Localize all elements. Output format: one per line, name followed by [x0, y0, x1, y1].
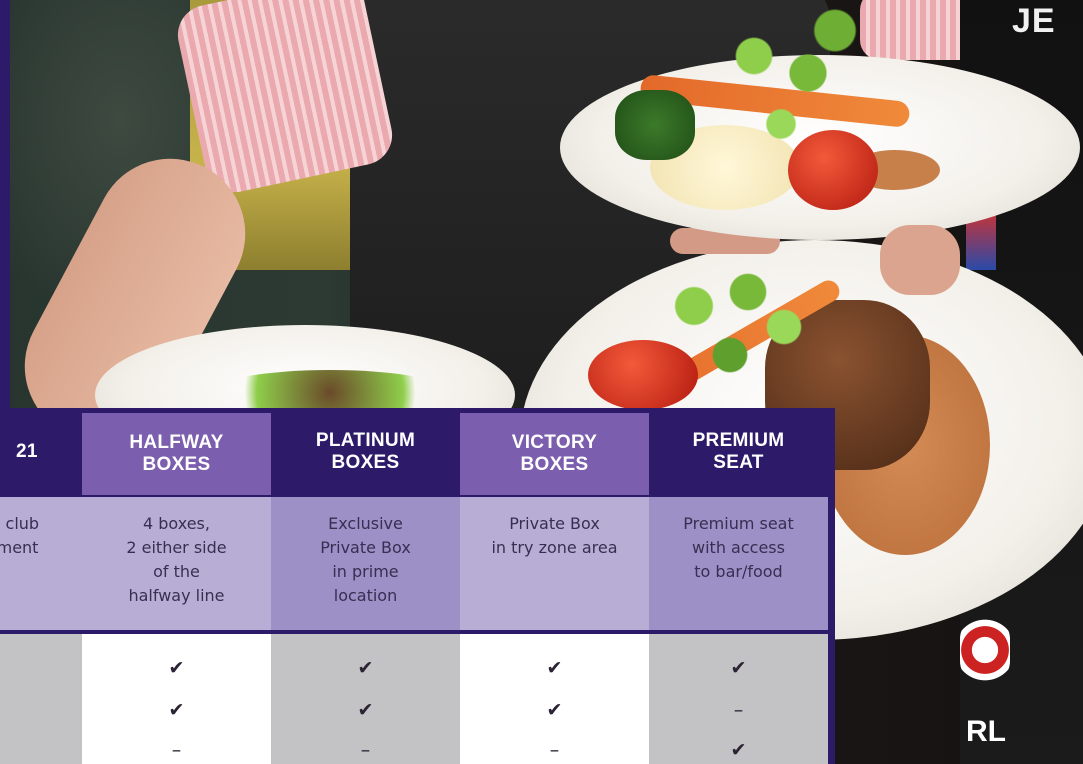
table-border — [828, 408, 835, 764]
column-description: Private Box in try zone area — [460, 497, 649, 630]
table-column-halfway-boxes: HALFWAY BOXES 4 boxes, 2 either side of … — [82, 408, 271, 764]
signage-text: JE — [1012, 2, 1056, 40]
column-features: ✔ ✔ – — [460, 634, 649, 764]
column-description: Exclusive Private Box in prime location — [271, 497, 460, 630]
waiter-hand — [880, 225, 960, 295]
feature-check-icon: ✔ — [357, 699, 374, 721]
logo-text: RL — [966, 715, 1006, 748]
feature-check-icon: ✔ — [168, 657, 185, 679]
feature-check-icon: ✔ — [168, 699, 185, 721]
column-features: ✔ ✔ – — [271, 634, 460, 764]
table-column-platinum-boxes: PLATINUM BOXES Exclusive Private Box in … — [271, 408, 460, 764]
feature-check-icon: ✔ — [730, 657, 747, 679]
column-features: ✔ – ✔ — [649, 634, 828, 764]
feature-check-icon: ✔ — [546, 699, 563, 721]
feature-dash-icon: – — [171, 739, 182, 761]
column-header: PREMIUM SEAT — [649, 408, 828, 495]
column-description: Premium seat with access to bar/food — [649, 497, 828, 630]
column-header: PLATINUM BOXES — [271, 408, 460, 495]
column-description: 4 boxes, 2 either side of the halfway li… — [82, 497, 271, 630]
purple-edge-strip — [0, 0, 10, 408]
broccoli — [615, 90, 695, 160]
table-column-premium-seat: PREMIUM SEAT Premium seat with access to… — [649, 408, 828, 764]
column-features: ✔ ✔ – — [82, 634, 271, 764]
feature-dash-icon: – — [360, 739, 371, 761]
packages-comparison-table: 21 l club ment HALFWAY BOXES 4 boxes, 2 … — [0, 408, 835, 764]
feature-check-icon: ✔ — [357, 657, 374, 679]
feature-dash-icon: – — [733, 699, 744, 721]
table-column-victory-boxes: VICTORY BOXES Private Box in try zone ar… — [460, 408, 649, 764]
microgreens — [700, 5, 880, 175]
feature-check-icon: ✔ — [546, 657, 563, 679]
feature-dash-icon: – — [549, 739, 560, 761]
column-header: HALFWAY BOXES — [82, 413, 271, 495]
column-header: VICTORY BOXES — [460, 413, 649, 495]
club-logo — [960, 615, 1010, 685]
microgreens — [640, 250, 820, 390]
feature-check-icon: ✔ — [730, 739, 747, 761]
